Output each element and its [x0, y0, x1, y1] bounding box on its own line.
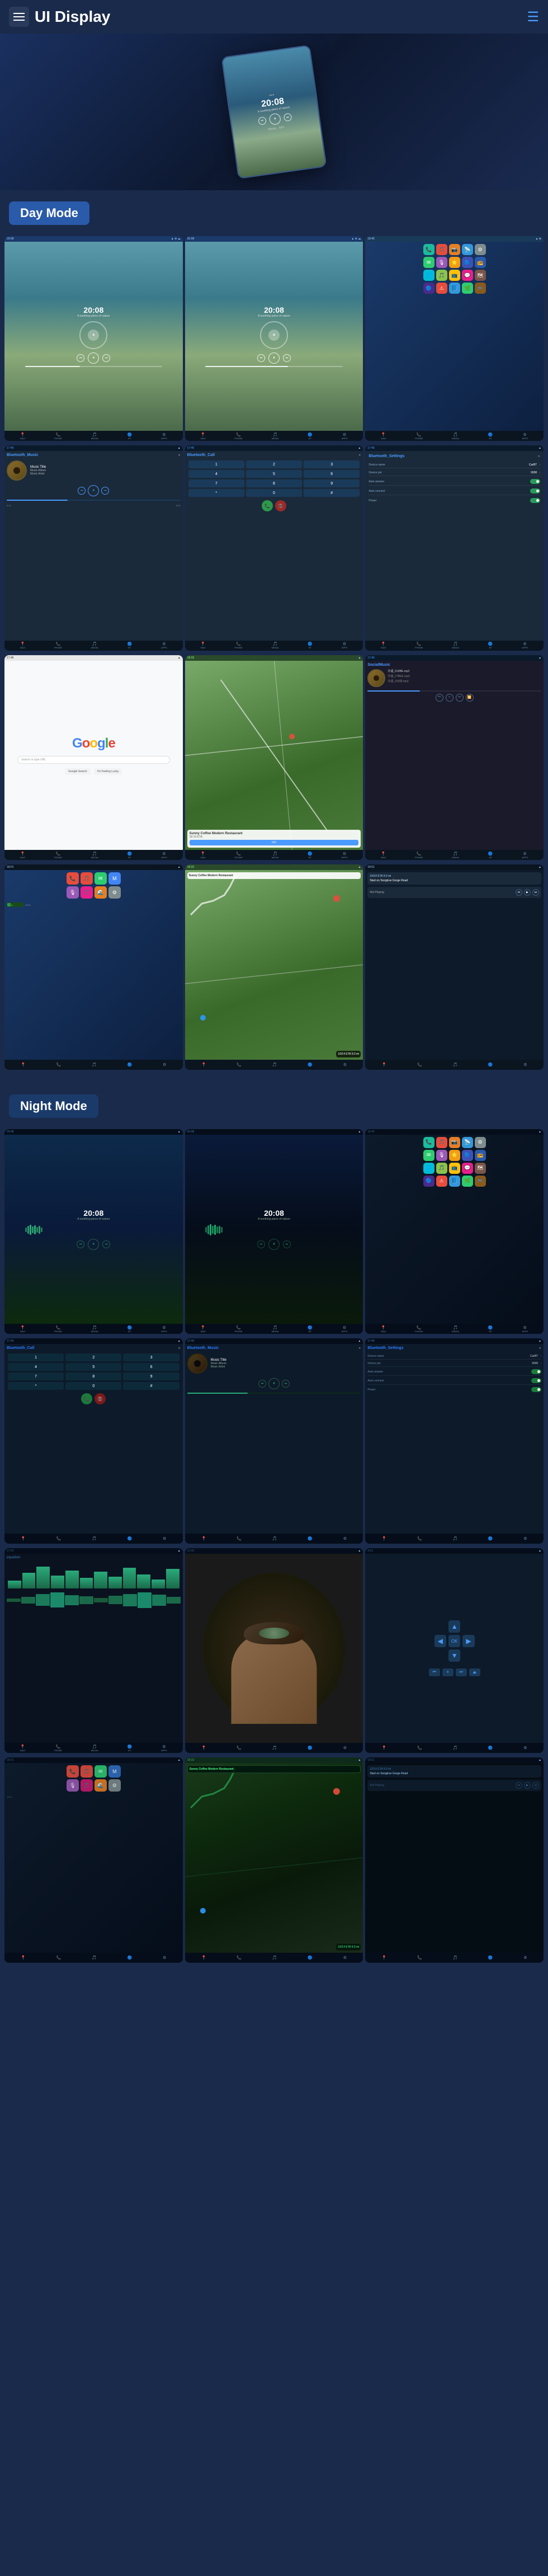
- night-app-grid: 18:46▲ 📞 🎵 📷 📡 ⚙ ✉ 🎙 ⭐ 🔵 📻 🌐: [365, 1129, 544, 1334]
- night-music-player-1: 20:08▲ 20:08 A soothing piece of nature …: [4, 1129, 183, 1334]
- day-row-3: 17:46▲ Google Search or type URL Google …: [0, 653, 548, 862]
- night-music-player-2: 20:08▲ 20:08 A soothing piece of nature …: [185, 1129, 363, 1334]
- night-bt-call: 17:46▲ Bluetooth_Call ✕ 1 2 3 4 5 6 7 8 …: [4, 1338, 183, 1543]
- hero-section: ●●● 20:08 A soothing piece of nature ⏮ ⏸…: [0, 34, 548, 190]
- day-carplay-home: 18:01▲ 📞 🎵 ✉ M 🎙 🎵 🌊 ⚙: [4, 864, 183, 1069]
- bt-power-toggle[interactable]: [530, 498, 540, 503]
- day-social-music: 17:46▲ SocialMusic 华语_519BE.mp3 华语_27BEE…: [365, 655, 544, 860]
- day-map-full: 18:33▲ Sunny Coffee Modern Restaurant: [185, 864, 363, 1069]
- night-row-3: 17:54▲ equalizer: [0, 1546, 548, 1755]
- night-row-1: 20:08▲ 20:08 A soothing piece of nature …: [0, 1127, 548, 1336]
- night-row-2: 17:46▲ Bluetooth_Call ✕ 1 2 3 4 5 6 7 8 …: [0, 1336, 548, 1545]
- day-mode-section-header: Day Mode: [0, 190, 548, 234]
- day-carplay-nav: 18:01▲ 10/14 ETA 9.0 mi Start on Songtre…: [365, 864, 544, 1069]
- day-map-nav: 18:33▲ Sunny Coffee Modern Restaurant 18…: [185, 655, 363, 860]
- night-row-4: 18:01▲ 📞 🎵 ✉ M 🎙 🎵 🌊 ⚙ 18:01: [0, 1755, 548, 1964]
- nav-hamburger-icon[interactable]: ☰: [527, 9, 539, 25]
- auto-connect-toggle[interactable]: [530, 488, 540, 493]
- night-carplay-nav: 18:01▲ 10/14 ETA 9.0 mi Start on Songtre…: [365, 1757, 544, 1962]
- menu-icon[interactable]: [9, 7, 29, 27]
- day-music-player-1: 20:08▲ ⊕ ☁ 20:08 A soothing piece of nat…: [4, 236, 183, 441]
- night-equalizer: 17:54▲ equalizer: [4, 1548, 183, 1753]
- night-nav-arrows: 8:03▲ ▲ ◀ OK ▶ ▼ ⏮ ⏸ ⏭: [365, 1548, 544, 1753]
- night-bt-music: 17:46▲ Bluetooth_Music ✕ Music Title Mus…: [185, 1338, 363, 1543]
- day-row-4: 18:01▲ 📞 🎵 ✉ M 🎙 🎵 🌊 ⚙: [0, 862, 548, 1071]
- night-mode-badge: Night Mode: [9, 1094, 98, 1118]
- day-mode-badge: Day Mode: [9, 201, 89, 225]
- night-carplay-home: 18:01▲ 📞 🎵 ✉ M 🎙 🎵 🌊 ⚙ 18:01: [4, 1757, 183, 1962]
- night-map: 18:33▲ Sunny Coffee Modern Restaurant: [185, 1757, 363, 1962]
- night-food-card: 12:09▲ 📍 📞 🎵: [185, 1548, 363, 1753]
- day-row-2: 17:46▲ Bluetooth_Music ✕ Music Title Mus…: [0, 443, 548, 652]
- page-header: UI Display ☰: [0, 0, 548, 34]
- music-time-1: 20:08: [83, 305, 103, 314]
- hero-device: ●●● 20:08 A soothing piece of nature ⏮ ⏸…: [221, 45, 327, 179]
- auto-answer-toggle[interactable]: [530, 479, 540, 484]
- day-row-1: 20:08▲ ⊕ ☁ 20:08 A soothing piece of nat…: [0, 234, 548, 443]
- day-app-grid: 18:46▲ ⊕ 📞 🎵 📷 📡 ⚙ ✉ 🎙 ⭐ 🔵 📻: [365, 236, 544, 441]
- day-bt-call: 17:46▲ Bluetooth_Call ✕ 1 2 3 4 5 6 7 8 …: [185, 445, 363, 650]
- day-google: 17:46▲ Google Search or type URL Google …: [4, 655, 183, 860]
- night-mode-section-header: Night Mode: [0, 1083, 548, 1127]
- night-bt-settings: 17:46▲ Bluetooth_Settings ✕ Device name …: [365, 1338, 544, 1543]
- page-title: UI Display: [35, 8, 110, 26]
- day-bt-music: 17:46▲ Bluetooth_Music ✕ Music Title Mus…: [4, 445, 183, 650]
- day-music-player-2: 20:08▲ ⊕ ☁ 20:08 A soothing piece of nat…: [185, 236, 363, 441]
- day-bt-settings: 17:46▲ Bluetooth_Settings ✕ Device name …: [365, 445, 544, 650]
